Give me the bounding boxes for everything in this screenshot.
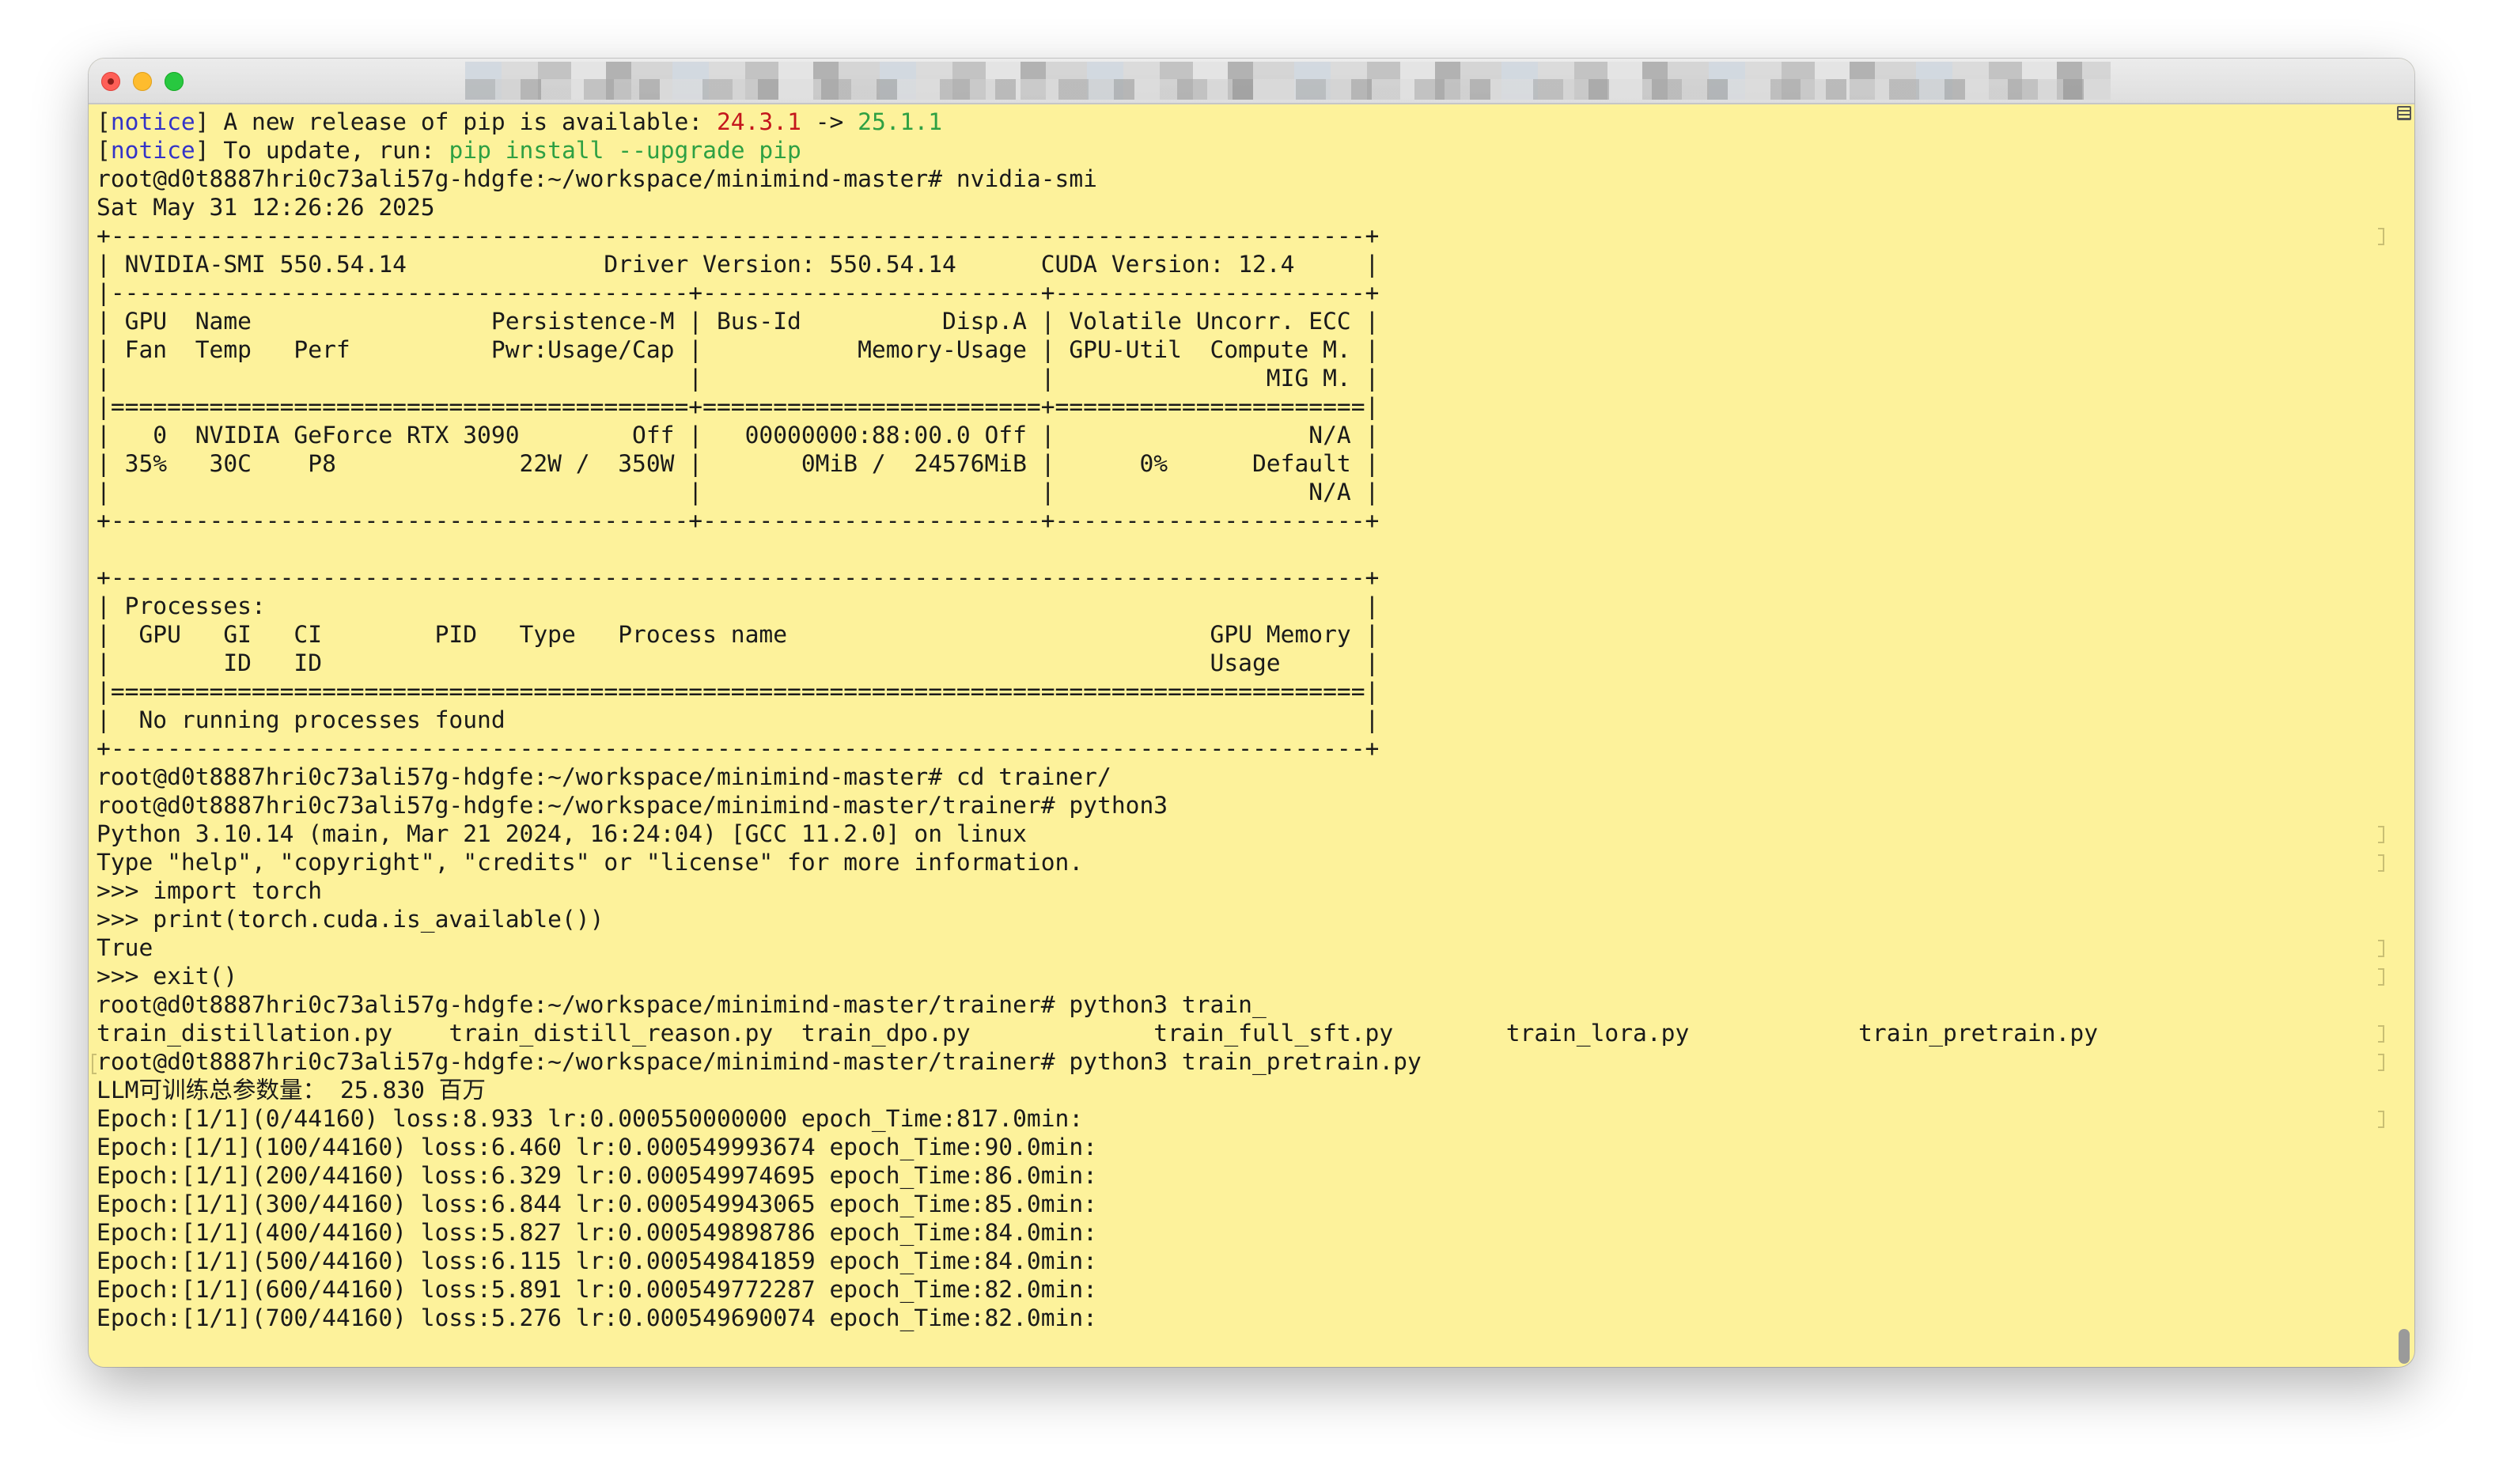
terminal-line: | | | MIG M. | [97,365,1380,392]
close-window-icon[interactable] [101,72,120,91]
prompt-marker [2378,1054,2384,1071]
prompt-marker [2378,940,2384,957]
terminal-line: | Fan Temp Perf Pwr:Usage/Cap | Memory-U… [97,336,1380,363]
old-version: 24.3.1 [716,108,801,135]
terminal-line: Epoch:[1/1](100/44160) loss:6.460 lr:0.0… [97,1134,1098,1160]
terminal-line: |---------------------------------------… [97,279,1380,306]
terminal-line: >>> import torch [97,877,323,904]
title-bar[interactable] [89,59,2414,104]
terminal-line: root@d0t8887hri0c73ali57g-hdgfe:~/worksp… [97,792,1168,819]
terminal-line: | GPU Name Persistence-M | Bus-Id Disp.A… [97,308,1380,335]
terminal-line: | ID ID Usage | [97,649,1380,676]
prompt-marker [2378,1025,2384,1043]
vertical-scrollbar[interactable] [2394,103,2414,1367]
pip-update-line: [notice] To update, run: pip install --u… [97,137,801,164]
terminal-line: |=======================================… [97,393,1380,420]
terminal-line: | | | N/A | [97,479,1380,505]
terminal-line: Epoch:[1/1](0/44160) loss:8.933 lr:0.000… [97,1105,1084,1132]
terminal-line: >>> exit() [97,963,238,990]
terminal-line: | GPU GI CI PID Type Process name GPU Me… [97,621,1380,648]
notice-tag: notice [110,108,195,135]
terminal-line: |=======================================… [97,678,1380,705]
terminal-line: Epoch:[1/1](300/44160) loss:6.844 lr:0.0… [97,1191,1098,1217]
terminal-line: root@d0t8887hri0c73ali57g-hdgfe:~/worksp… [97,991,1267,1018]
prompt-marker [2378,854,2384,872]
terminal-line: LLM可训练总参数量： 25.830 百万 [97,1077,486,1104]
terminal-line: Epoch:[1/1](600/44160) loss:5.891 lr:0.0… [97,1276,1098,1303]
terminal-line: True [97,934,153,961]
prompt-marker-left [92,1054,97,1074]
pip-upgrade-command: pip install --upgrade pip [449,137,801,164]
zoom-window-icon[interactable] [165,72,184,91]
new-version: 25.1.1 [858,108,943,135]
terminal-window[interactable]: [notice] A new release of pip is availab… [89,59,2414,1367]
terminal-line: | NVIDIA-SMI 550.54.14 Driver Version: 5… [97,251,1380,278]
prompt-marker [2378,968,2384,986]
terminal-line: +---------------------------------------… [97,222,1380,249]
terminal-line: +---------------------------------------… [97,507,1380,534]
terminal-line: | 35% 30C P8 22W / 350W | 0MiB / 24576Mi… [97,450,1380,477]
terminal-line: >>> print(torch.cuda.is_available()) [97,906,604,933]
terminal-line: Epoch:[1/1](700/44160) loss:5.276 lr:0.0… [97,1304,1098,1331]
notice-tag: notice [110,137,195,164]
terminal-line: root@d0t8887hri0c73ali57g-hdgfe:~/worksp… [97,763,1111,790]
terminal-line: Epoch:[1/1](200/44160) loss:6.329 lr:0.0… [97,1162,1098,1189]
terminal-line: +---------------------------------------… [97,564,1380,591]
pip-notice-line: [notice] A new release of pip is availab… [97,108,943,135]
terminal-line: Sat May 31 12:26:26 2025 [97,194,435,221]
terminal-line: root@d0t8887hri0c73ali57g-hdgfe:~/worksp… [97,1048,1422,1075]
terminal-line: Epoch:[1/1](400/44160) loss:5.827 lr:0.0… [97,1219,1098,1246]
terminal-output[interactable]: [notice] A new release of pip is availab… [97,108,2375,1361]
terminal-line: root@d0t8887hri0c73ali57g-hdgfe:~/worksp… [97,165,1098,192]
terminal-line: Epoch:[1/1](500/44160) loss:6.115 lr:0.0… [97,1247,1098,1274]
terminal-line: | Processes: | [97,592,1380,619]
terminal-line: Python 3.10.14 (main, Mar 21 2024, 16:24… [97,820,1027,847]
marks-menu-icon[interactable] [2397,106,2411,120]
terminal-line: | 0 NVIDIA GeForce RTX 3090 Off | 000000… [97,422,1380,449]
terminal-line: +---------------------------------------… [97,735,1380,762]
desktop: [notice] A new release of pip is availab… [0,0,2503,1484]
terminal-line: train_distillation.py train_distill_reas… [97,1020,2099,1047]
scrollbar-thumb[interactable] [2399,1329,2410,1364]
prompt-marker [2378,1111,2384,1128]
terminal-line: | No running processes found | [97,706,1380,733]
minimize-window-icon[interactable] [133,72,152,91]
prompt-marker [2378,228,2384,245]
prompt-marker [2378,826,2384,843]
terminal-line: Type "help", "copyright", "credits" or "… [97,849,1084,876]
window-title-obscured [465,62,2111,100]
